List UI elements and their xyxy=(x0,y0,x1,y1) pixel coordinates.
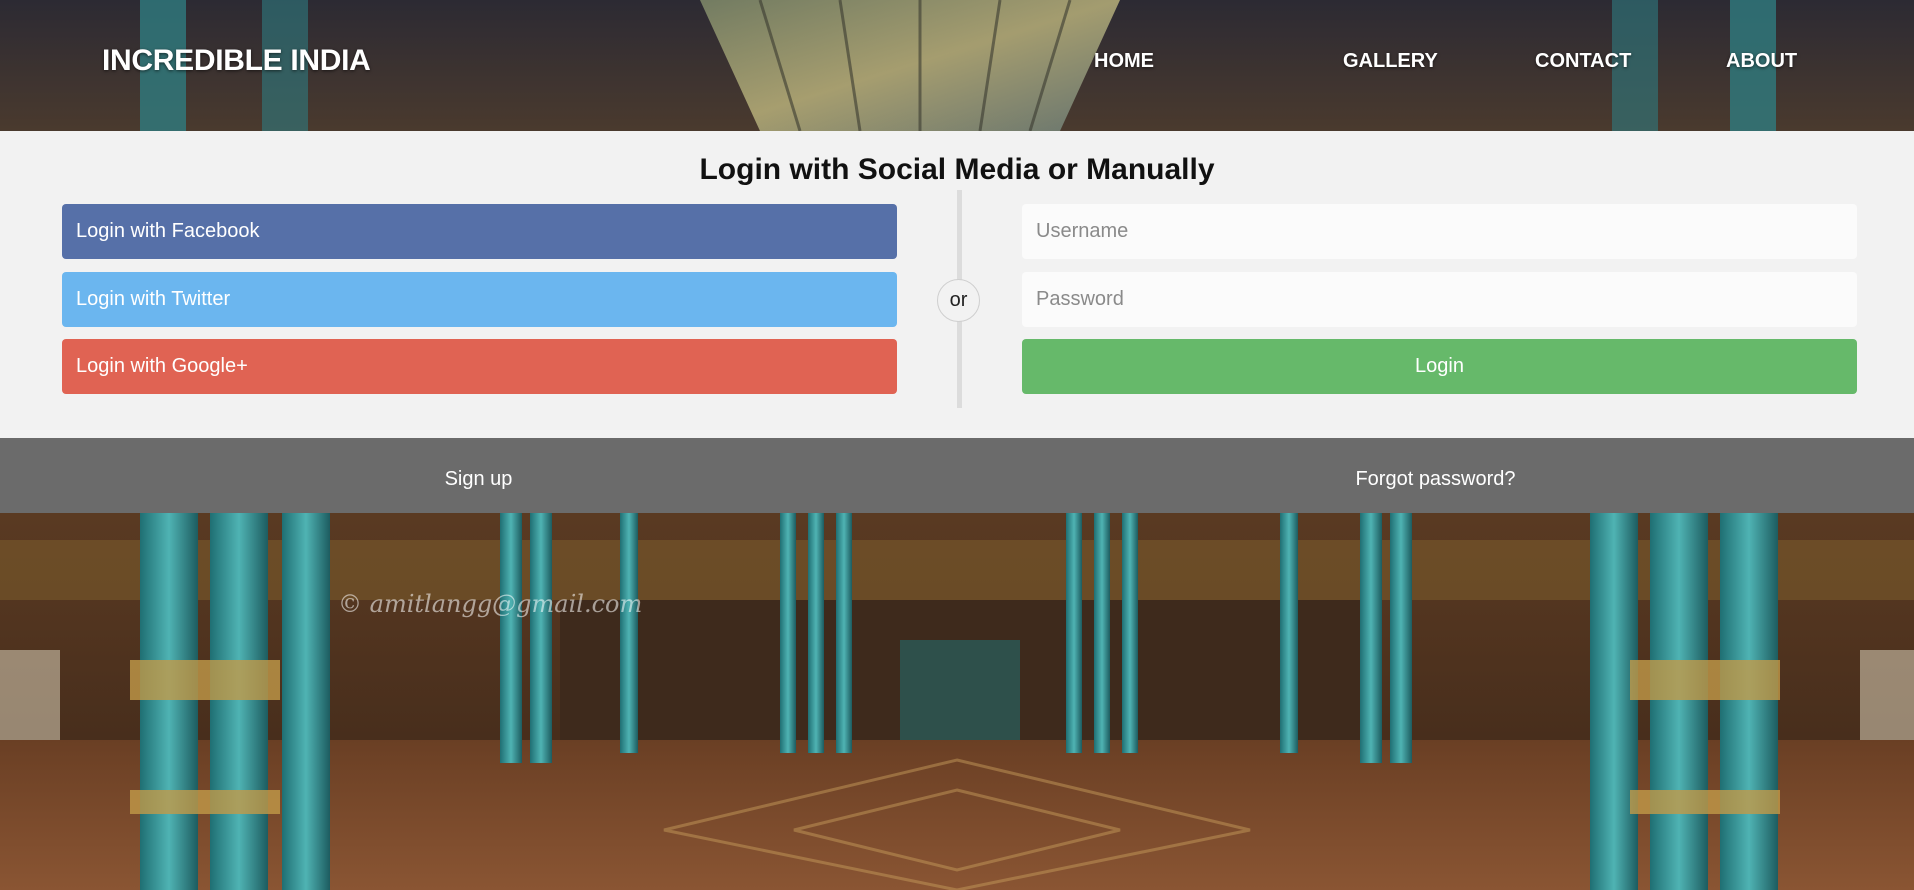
password-input[interactable] xyxy=(1022,272,1857,327)
nav-contact[interactable]: CONTACT xyxy=(1535,50,1631,73)
username-input[interactable] xyxy=(1022,204,1857,259)
login-button[interactable]: Login xyxy=(1022,339,1857,394)
top-navigation: INCREDIBLE INDIA HOME GALLERY CONTACT AB… xyxy=(0,0,1914,131)
page: © amitlangg@gmail.com INCREDIBLE INDIA H… xyxy=(0,0,1914,890)
nav-gallery[interactable]: GALLERY xyxy=(1343,50,1438,73)
login-title: Login with Social Media or Manually xyxy=(699,153,1215,186)
photo-watermark: © amitlangg@gmail.com xyxy=(338,590,643,618)
login-panel: Login with Social Media or Manually Logi… xyxy=(0,131,1914,438)
nav-home[interactable]: HOME xyxy=(1094,50,1154,73)
facebook-login-button[interactable]: Login with Facebook xyxy=(62,204,897,259)
account-links-bar: Sign up Forgot password? xyxy=(0,438,1914,513)
or-separator: or xyxy=(937,279,980,322)
signup-link[interactable]: Sign up xyxy=(0,438,957,513)
site-logo[interactable]: INCREDIBLE INDIA xyxy=(102,44,371,78)
forgot-password-link[interactable]: Forgot password? xyxy=(957,438,1914,513)
google-login-button[interactable]: Login with Google+ xyxy=(62,339,897,394)
twitter-login-button[interactable]: Login with Twitter xyxy=(62,272,897,327)
nav-about[interactable]: ABOUT xyxy=(1726,50,1797,73)
